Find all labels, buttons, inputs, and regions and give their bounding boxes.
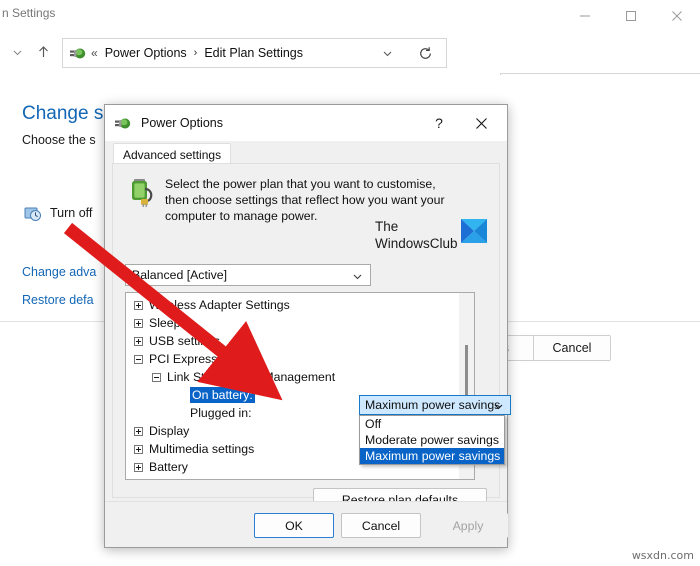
window-controls — [562, 0, 700, 31]
combobox-option[interactable]: Moderate power savings — [360, 432, 504, 448]
tree-item-label: Battery — [149, 460, 188, 474]
tree-item-label: Sleep — [149, 316, 181, 330]
tree-item-label: Display — [149, 424, 190, 438]
breadcrumb-separator: › — [193, 47, 198, 59]
tree-item[interactable]: Sleep — [126, 314, 460, 332]
cancel-button[interactable]: Cancel — [341, 513, 421, 538]
tree-item-label: Multimedia settings — [149, 442, 255, 456]
power-plan-value: Balanced [Active] — [132, 268, 228, 282]
setting-label: Plugged in: — [190, 406, 252, 420]
windowsclub-line1: The — [375, 219, 399, 234]
breadcrumb-root[interactable]: Power Options — [105, 46, 187, 60]
site-watermark: wsxdn.com — [631, 549, 694, 562]
battery-plug-icon — [128, 176, 158, 208]
dialog-title: Power Options — [141, 116, 223, 130]
refresh-icon[interactable] — [410, 39, 440, 67]
chevron-down-icon[interactable] — [6, 35, 28, 69]
dialog-description: Select the power plan that you want to c… — [165, 177, 445, 223]
tree-item[interactable]: USB settings — [126, 332, 460, 350]
page-title: Change se — [22, 103, 114, 124]
arrow-up-icon[interactable] — [32, 35, 54, 69]
tree-item[interactable]: Wireless Adapter Settings — [126, 296, 460, 314]
clock-screen-icon — [24, 205, 42, 223]
tab-strip: Advanced settings — [105, 141, 507, 165]
power-plug-icon — [114, 114, 132, 132]
tree-item-label: Wireless Adapter Settings — [149, 298, 290, 312]
dialog-footer: OK Cancel Apply — [105, 501, 508, 547]
turn-off-label: Turn off — [50, 206, 93, 220]
help-icon[interactable]: ? — [423, 105, 455, 141]
combobox-option-selected[interactable]: Maximum power savings — [360, 448, 504, 464]
power-options-dialog: Power Options ? Advanced settings Select… — [104, 104, 511, 548]
expand-icon[interactable] — [134, 462, 143, 472]
tab-advanced-settings[interactable]: Advanced settings — [113, 143, 232, 165]
combobox-value: Maximum power savings — [365, 398, 501, 412]
windowsclub-logo-icon — [461, 219, 487, 243]
change-advanced-link[interactable]: Change adva — [22, 265, 96, 279]
windowsclub-watermark: The WindowsClub — [375, 218, 495, 262]
setting-label: On battery: — [190, 387, 255, 403]
chevron-down-icon[interactable] — [352, 269, 363, 287]
expand-icon[interactable] — [134, 444, 143, 454]
breadcrumb-overflow[interactable]: « — [91, 47, 98, 59]
tree-item-label: USB settings — [149, 334, 221, 348]
close-icon[interactable] — [461, 105, 501, 141]
maximize-icon[interactable] — [608, 0, 654, 31]
expand-icon[interactable] — [134, 426, 143, 436]
close-icon[interactable] — [654, 0, 700, 31]
advanced-settings-panel: Select the power plan that you want to c… — [112, 163, 511, 511]
address-bar-row: « Power Options › Edit Plan Settings — [0, 35, 700, 103]
combobox-option[interactable]: Off — [360, 416, 504, 432]
address-bar[interactable]: « Power Options › Edit Plan Settings — [62, 38, 447, 68]
power-plan-select[interactable]: Balanced [Active] — [125, 264, 371, 286]
cancel-button[interactable]: Cancel — [533, 335, 611, 361]
power-plug-icon — [69, 44, 87, 62]
tree-item[interactable]: PCI Express — [126, 350, 460, 368]
window-title: n Settings — [2, 6, 56, 20]
combobox-dropdown-list[interactable]: Off Moderate power savings Maximum power… — [359, 415, 505, 465]
windowsclub-line2: WindowsClub — [375, 236, 458, 251]
tree-item-label: PCI Express — [149, 352, 218, 366]
address-dropdown-icon[interactable] — [376, 39, 398, 67]
expand-icon[interactable] — [134, 318, 143, 328]
on-battery-combobox[interactable]: Maximum power savings — [359, 395, 511, 415]
screenshot-root: n Settings « Power Options › Edit Plan S… — [0, 0, 700, 566]
collapse-icon[interactable] — [152, 372, 161, 382]
dialog-titlebar: Power Options ? — [105, 105, 507, 141]
page-subtitle: Choose the s — [22, 133, 96, 147]
ok-button[interactable]: OK — [254, 513, 334, 538]
breadcrumb-current[interactable]: Edit Plan Settings — [204, 46, 303, 60]
expand-icon[interactable] — [134, 300, 143, 310]
tree-item[interactable]: Link State Power Management — [126, 368, 460, 386]
apply-button: Apply — [428, 513, 508, 538]
expand-icon[interactable] — [134, 336, 143, 346]
collapse-icon[interactable] — [134, 354, 143, 364]
restore-defaults-link[interactable]: Restore defa — [22, 293, 94, 307]
minimize-icon[interactable] — [562, 0, 608, 31]
window-titlebar: n Settings — [0, 0, 700, 31]
tree-item-label: Link State Power Management — [167, 370, 336, 384]
